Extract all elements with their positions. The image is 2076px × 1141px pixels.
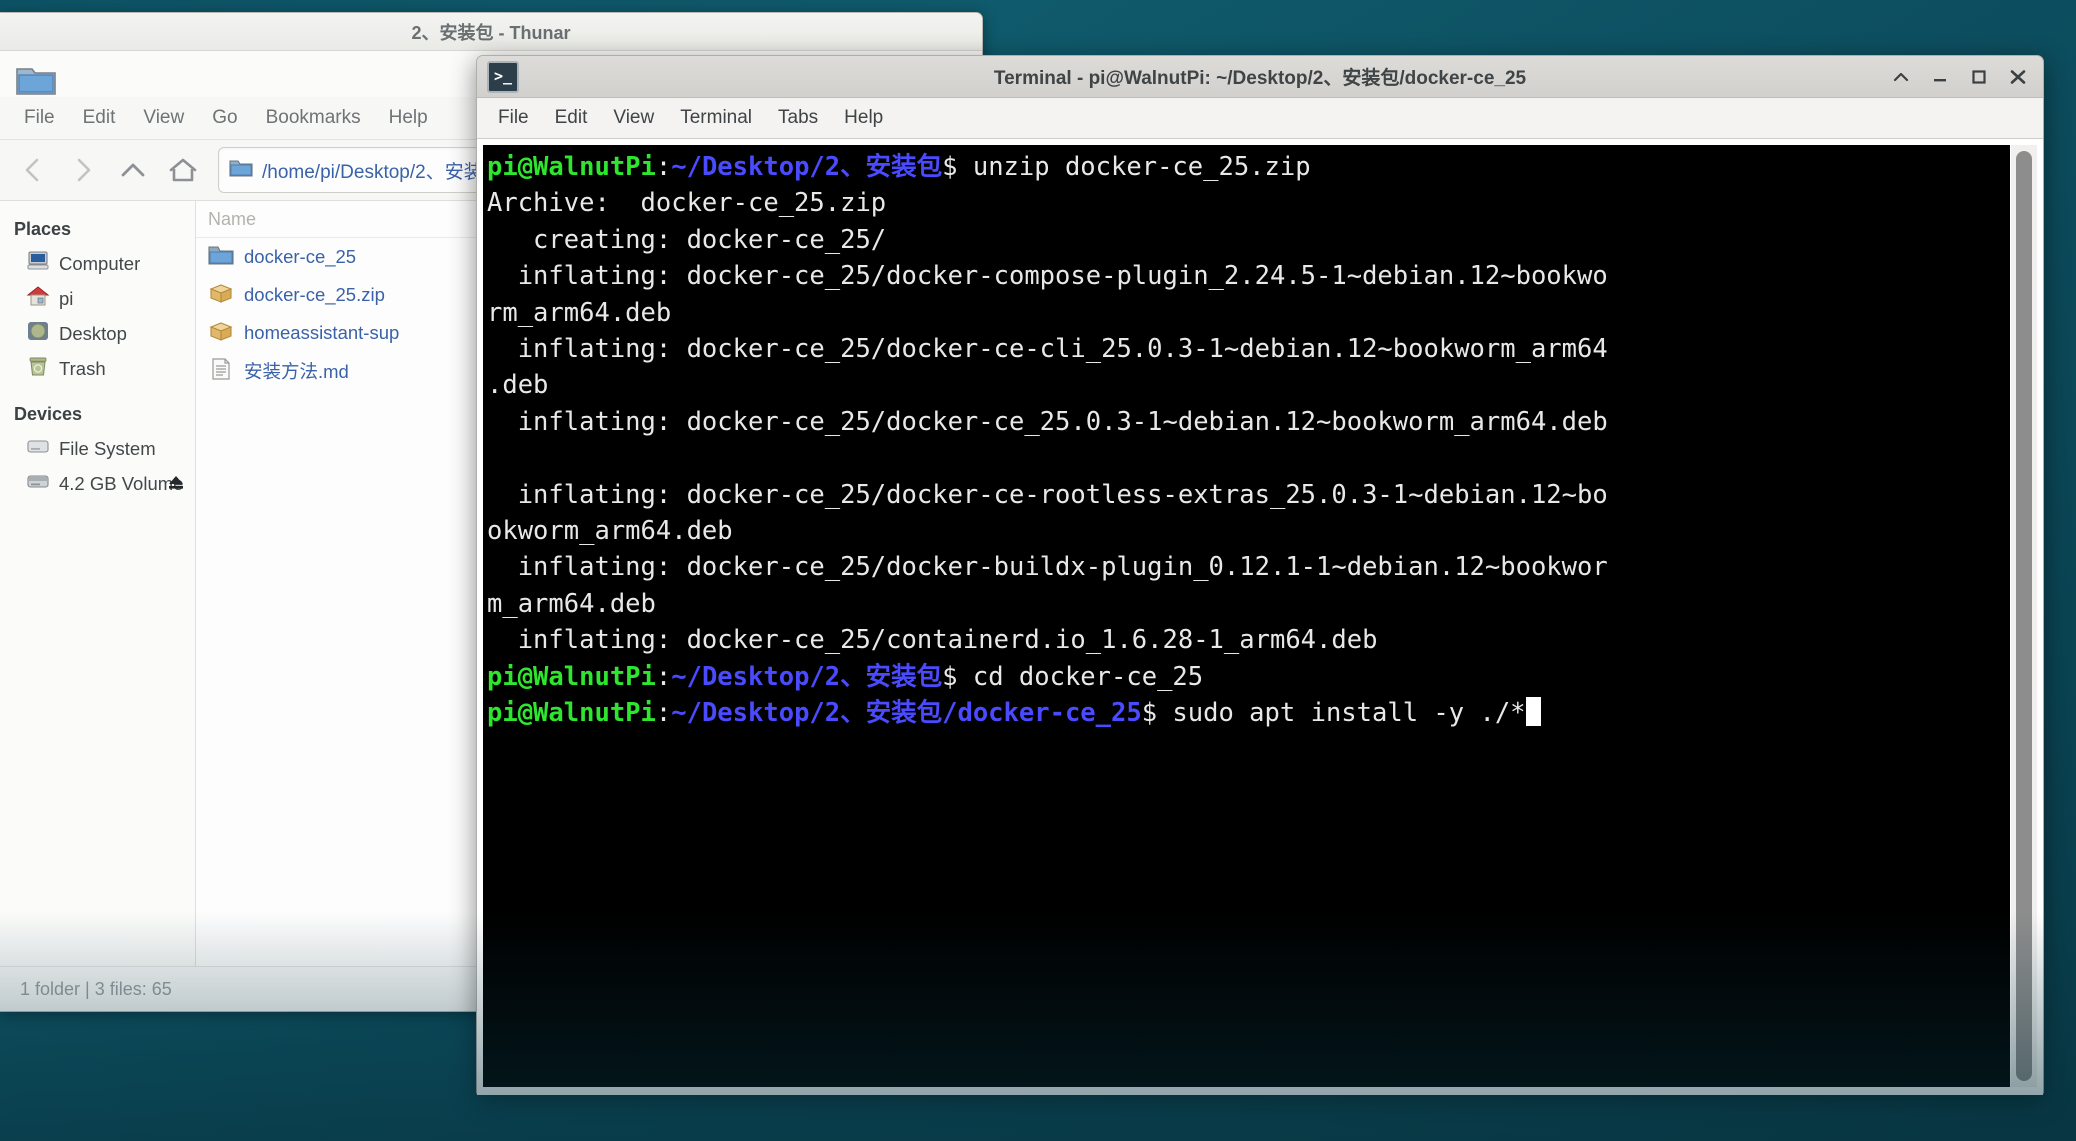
menu-file[interactable]: File xyxy=(10,103,69,133)
back-arrow-icon[interactable] xyxy=(10,148,56,192)
terminal-line: Archive: docker-ce_25.zip xyxy=(487,188,887,219)
sidebar-heading-places: Places xyxy=(14,219,72,239)
archive-icon xyxy=(208,320,234,347)
thunar-titlebar[interactable]: 2、安装包 - Thunar xyxy=(0,13,982,51)
prompt-path: ~/Desktop/2、安装包 xyxy=(671,152,943,182)
menu-help[interactable]: Help xyxy=(831,104,896,132)
desktop-background: 2、安装包 - Thunar File Edit View Go Bookmar… xyxy=(0,0,2076,1141)
terminal-icon: >_ xyxy=(487,60,519,93)
sidebar-item-label: File System xyxy=(59,437,156,459)
folder-icon xyxy=(10,57,62,103)
list-item-label: docker-ce_25.zip xyxy=(244,284,385,305)
menu-view[interactable]: View xyxy=(600,104,667,132)
prompt-user: pi@WalnutPi xyxy=(487,152,656,182)
terminal-screen-area: pi@WalnutPi:~/Desktop/2、安装包$ unzip docke… xyxy=(477,139,2043,1095)
folder-icon xyxy=(208,244,234,271)
sidebar-item-pi[interactable]: pi xyxy=(0,281,195,316)
sidebar-item-label: Computer xyxy=(59,252,141,274)
terminal-cursor xyxy=(1525,697,1541,727)
home-folder-icon xyxy=(26,285,50,312)
terminal-line: pi@WalnutPi:~/Desktop/2、安装包/docker-ce_25… xyxy=(487,695,2010,731)
forward-arrow-icon[interactable] xyxy=(60,148,106,192)
terminal-scrollbar[interactable] xyxy=(2010,145,2037,1087)
terminal-line: m_arm64.deb xyxy=(487,588,656,619)
shade-button[interactable] xyxy=(1890,66,1912,88)
sidebar-heading-devices: Devices xyxy=(14,404,83,424)
terminal-line: creating: docker-ce_25/ xyxy=(487,224,887,255)
menu-go[interactable]: Go xyxy=(198,103,251,133)
list-item-label: 安装方法.md xyxy=(244,361,349,382)
terminal-title: Terminal - pi@WalnutPi: ~/Desktop/2、安装包/… xyxy=(993,68,1527,89)
prompt-user: pi@WalnutPi xyxy=(487,661,656,692)
up-arrow-icon[interactable] xyxy=(110,148,156,192)
terminal-line: inflating: docker-ce_25/docker-buildx-pl… xyxy=(487,552,1608,583)
sidebar-item-label: 4.2 GB Volume xyxy=(59,472,184,494)
terminal-scrollbar-thumb[interactable] xyxy=(2016,151,2032,1081)
terminal-line: inflating: docker-ce_25/docker-ce-rootle… xyxy=(487,479,1608,510)
terminal-line: inflating: docker-ce_25/containerd.io_1.… xyxy=(487,625,1378,656)
trash-icon xyxy=(26,355,50,382)
menu-edit[interactable]: Edit xyxy=(542,104,601,132)
sidebar-item-file-system[interactable]: File System xyxy=(0,431,195,466)
archive-icon xyxy=(208,282,234,309)
minimize-button[interactable] xyxy=(1929,66,1951,88)
terminal-window: >_ Terminal - pi@WalnutPi: ~/Desktop/2、安… xyxy=(476,55,2044,1095)
sidebar-item-trash[interactable]: Trash xyxy=(0,351,195,386)
terminal-titlebar[interactable]: >_ Terminal - pi@WalnutPi: ~/Desktop/2、安… xyxy=(477,56,2043,98)
terminal-output[interactable]: pi@WalnutPi:~/Desktop/2、安装包$ unzip docke… xyxy=(483,145,2010,1087)
window-controls xyxy=(1890,56,2029,97)
menu-bookmarks[interactable]: Bookmarks xyxy=(252,103,375,133)
computer-icon xyxy=(26,250,50,277)
terminal-line: pi@WalnutPi:~/Desktop/2、安装包$ cd docker-c… xyxy=(487,661,1204,692)
terminal-line: inflating: docker-ce_25/docker-compose-p… xyxy=(487,261,1608,292)
menu-edit[interactable]: Edit xyxy=(69,103,130,133)
thunar-sidebar: Places Computer pi Desktop Trash Devices… xyxy=(0,201,196,966)
menu-file[interactable]: File xyxy=(485,104,542,132)
harddisk-icon xyxy=(26,470,50,497)
close-button[interactable] xyxy=(2007,66,2029,88)
terminal-line: rm_arm64.deb xyxy=(487,297,672,328)
sidebar-item-4-2-gb-volume[interactable]: 4.2 GB Volume xyxy=(0,466,195,501)
harddisk-icon xyxy=(26,435,50,462)
maximize-button[interactable] xyxy=(1968,66,1990,88)
sidebar-item-label: pi xyxy=(59,287,74,309)
terminal-line: inflating: docker-ce_25/docker-ce-cli_25… xyxy=(487,334,1608,365)
terminal-line: .deb xyxy=(487,370,549,401)
prompt-user: pi@WalnutPi xyxy=(487,698,656,729)
terminal-line: inflating: docker-ce_25/docker-ce_25.0.3… xyxy=(487,406,1608,437)
menu-tabs[interactable]: Tabs xyxy=(765,104,831,132)
terminal-menubar: File Edit View Terminal Tabs Help xyxy=(477,98,2043,139)
desktop-icon xyxy=(26,320,50,347)
thunar-title: 2、安装包 - Thunar xyxy=(411,22,571,43)
sidebar-item-desktop[interactable]: Desktop xyxy=(0,316,195,351)
prompt-path: ~/Desktop/2、安装包/docker-ce_25 xyxy=(671,698,1142,729)
path-value: /home/pi/Desktop/2、安装包 xyxy=(262,161,502,183)
menu-terminal[interactable]: Terminal xyxy=(667,104,765,132)
text-document-icon xyxy=(208,357,234,386)
menu-help[interactable]: Help xyxy=(375,103,442,133)
prompt-path: ~/Desktop/2、安装包 xyxy=(671,661,943,692)
terminal-line: pi@WalnutPi:~/Desktop/2、安装包$ unzip docke… xyxy=(487,152,1311,182)
list-item-label: homeassistant-sup xyxy=(244,322,400,343)
menu-view[interactable]: View xyxy=(129,103,198,133)
eject-icon[interactable] xyxy=(167,474,185,494)
sidebar-item-label: Desktop xyxy=(59,322,127,344)
terminal-line: okworm_arm64.deb xyxy=(487,516,733,547)
home-icon[interactable] xyxy=(160,148,206,192)
list-item-label: docker-ce_25 xyxy=(244,246,357,267)
sidebar-item-label: Trash xyxy=(59,357,106,379)
folder-icon xyxy=(229,158,253,183)
sidebar-item-computer[interactable]: Computer xyxy=(0,246,195,281)
